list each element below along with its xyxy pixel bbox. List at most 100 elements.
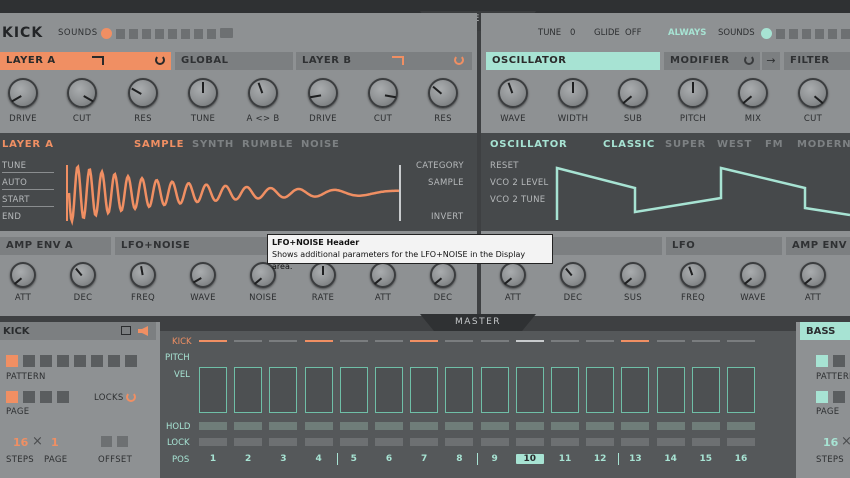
position-number[interactable]: 1: [199, 454, 227, 464]
cut-b-knob[interactable]: [368, 78, 398, 108]
position-number[interactable]: 10: [515, 454, 544, 464]
page-2[interactable]: [23, 391, 35, 403]
lock-step[interactable]: [410, 438, 439, 446]
width-knob[interactable]: [558, 78, 588, 108]
hold-step[interactable]: [410, 422, 439, 430]
bass-pattern-1[interactable]: [816, 355, 828, 367]
position-number[interactable]: 12: [586, 454, 614, 464]
lock-step[interactable]: [656, 438, 685, 446]
hold-step[interactable]: [304, 422, 333, 430]
sound-slots[interactable]: [116, 29, 216, 39]
lock-step[interactable]: [339, 438, 368, 446]
kick-step-marker[interactable]: [621, 340, 650, 342]
layer-b-power-icon[interactable]: [454, 55, 464, 65]
param-end[interactable]: END: [2, 212, 21, 222]
offset-right-button[interactable]: [117, 436, 128, 447]
position-number[interactable]: 4: [305, 454, 333, 464]
drive-knob[interactable]: [8, 78, 38, 108]
hold-step[interactable]: [269, 422, 298, 430]
hold-step[interactable]: [551, 422, 579, 430]
kick-step-marker[interactable]: [480, 340, 509, 342]
param-invert[interactable]: INVERT: [431, 212, 463, 222]
sus-knob[interactable]: [620, 262, 646, 288]
sound-dot-active[interactable]: [101, 28, 112, 39]
lock-step[interactable]: [375, 438, 403, 446]
osc-wave-knob[interactable]: [498, 78, 528, 108]
r-att-2-knob[interactable]: [800, 262, 826, 288]
position-number[interactable]: 11: [551, 454, 579, 464]
lock-step[interactable]: [304, 438, 333, 446]
pattern-1[interactable]: [6, 355, 18, 367]
position-number[interactable]: 13: [621, 454, 649, 464]
tab-modern[interactable]: MODERN: [797, 139, 850, 150]
position-number[interactable]: 5: [340, 454, 368, 464]
cut-knob[interactable]: [67, 78, 97, 108]
position-number[interactable]: 3: [269, 454, 297, 464]
kick-step-marker[interactable]: [551, 340, 579, 342]
tune-knob[interactable]: [188, 78, 218, 108]
velocity-step[interactable]: [199, 367, 227, 413]
filter-cut-knob[interactable]: [798, 78, 828, 108]
hold-step[interactable]: [480, 422, 509, 430]
lfo-freq-knob[interactable]: [680, 262, 706, 288]
r-dec-knob[interactable]: [560, 262, 586, 288]
hold-step[interactable]: [445, 422, 474, 430]
always-button[interactable]: ALWAYS: [668, 28, 706, 38]
tab-fm[interactable]: FM: [765, 139, 783, 150]
lock-step[interactable]: [586, 438, 615, 446]
position-number[interactable]: 16: [727, 454, 755, 464]
tab-west[interactable]: WEST: [717, 139, 752, 150]
att-knob[interactable]: [10, 262, 36, 288]
page-play-button[interactable]: [6, 391, 18, 403]
hold-step[interactable]: [199, 422, 227, 430]
steps-value[interactable]: 16: [13, 436, 28, 449]
velocity-step[interactable]: [410, 367, 439, 413]
right-sound-slots[interactable]: [776, 29, 850, 39]
velocity-step[interactable]: [304, 367, 333, 413]
hold-step[interactable]: [621, 422, 650, 430]
param-vco2-tune[interactable]: VCO 2 TUNE: [490, 195, 545, 205]
modifier-power-icon[interactable]: [744, 55, 754, 65]
pattern-8[interactable]: [125, 355, 137, 367]
bass-page-2[interactable]: [833, 391, 845, 403]
velocity-step[interactable]: [691, 367, 720, 413]
pattern-5[interactable]: [74, 355, 86, 367]
lock-step[interactable]: [445, 438, 474, 446]
velocity-step[interactable]: [480, 367, 509, 413]
global-header[interactable]: GLOBAL: [175, 52, 293, 70]
velocity-step[interactable]: [656, 367, 685, 413]
hold-step[interactable]: [339, 422, 368, 430]
position-number[interactable]: 7: [410, 454, 438, 464]
page-value[interactable]: 1: [51, 436, 59, 449]
tab-super[interactable]: SUPER: [665, 139, 706, 150]
kick-step-marker[interactable]: [269, 340, 298, 342]
lock-step[interactable]: [269, 438, 298, 446]
ab-knob[interactable]: [248, 78, 278, 108]
tune-value-top[interactable]: 0: [570, 28, 575, 38]
lfo-header[interactable]: LFO: [666, 237, 782, 255]
pattern-3[interactable]: [40, 355, 52, 367]
right-env-header[interactable]: [551, 237, 662, 255]
hold-step[interactable]: [515, 422, 544, 430]
lock-step[interactable]: [727, 438, 755, 446]
lock-step[interactable]: [480, 438, 509, 446]
arrow-right-icon[interactable]: →: [762, 52, 780, 70]
param-auto[interactable]: AUTO: [2, 178, 27, 188]
amp-env-a-header[interactable]: AMP ENV A: [0, 237, 111, 255]
kick-step-marker[interactable]: [691, 340, 720, 342]
velocity-step[interactable]: [339, 367, 368, 413]
wave-shape-icon[interactable]: [92, 56, 104, 65]
velocity-step[interactable]: [269, 367, 298, 413]
position-number[interactable]: 14: [657, 454, 685, 464]
bass-pattern-2[interactable]: [833, 355, 845, 367]
lock-step[interactable]: [515, 438, 544, 446]
hold-step[interactable]: [691, 422, 720, 430]
kick-step-marker[interactable]: [375, 340, 403, 342]
kick-step-marker[interactable]: [515, 340, 544, 342]
tab-synth[interactable]: SYNTH: [192, 139, 234, 150]
pitch-knob[interactable]: [678, 78, 708, 108]
hold-step[interactable]: [375, 422, 403, 430]
glide-value[interactable]: OFF: [625, 28, 641, 38]
lock-step[interactable]: [691, 438, 720, 446]
lock-step[interactable]: [551, 438, 579, 446]
